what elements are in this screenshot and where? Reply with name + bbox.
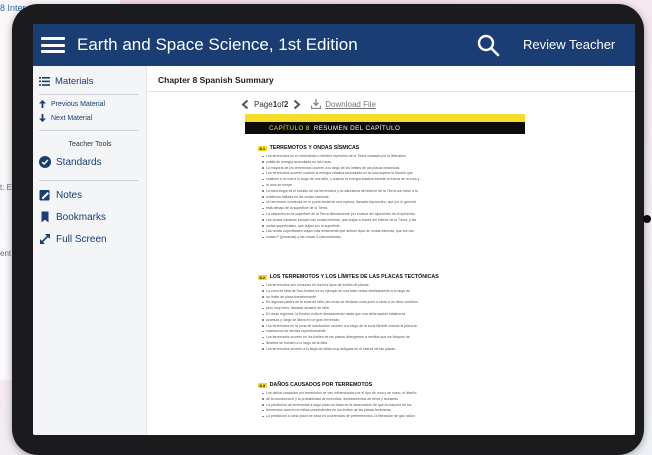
sidebar-item-label: Full Screen <box>56 233 107 245</box>
sidebar-item-label: Previous Material <box>51 100 106 108</box>
section-number-badge: 8.2 <box>258 274 267 280</box>
teacher-tools-heading: Teacher Tools <box>68 141 112 148</box>
sidebar-divider <box>39 130 139 131</box>
bullet-item: Los terremotos ocurren a lo largo de fal… <box>262 347 506 351</box>
section-bullets: Los terremotos es el movimiento o temblo… <box>262 154 506 241</box>
bullet-item: litosfera se hunden a lo largo de la fal… <box>262 341 506 345</box>
section-heading: 8.1 TERREMOTOS Y ONDAS SÍSMICAS <box>258 145 359 151</box>
document-header-stripe <box>245 114 525 122</box>
tablet-frame: Earth and Space Science, 1st Edition Rev… <box>12 4 651 455</box>
bullet-item: evidencia hallada en las ondas sísmicas. <box>262 195 506 199</box>
download-file-label: Download File <box>325 99 376 109</box>
sidebar-item-label: Bookmarks <box>56 211 107 223</box>
bookmark-icon <box>41 211 49 223</box>
check-badge-icon <box>39 156 51 168</box>
bullet-item: Las ondas sísmicas incluyen las ondas in… <box>262 218 506 222</box>
chapter-label: CAPÍTULO 8 <box>269 124 310 132</box>
tablet-camera <box>643 215 651 223</box>
review-teacher-link[interactable]: Review Teacher <box>523 37 615 52</box>
section-heading: 8.2 LOS TERREMOTOS Y LOS LÍMITES DE LAS … <box>258 274 439 280</box>
app-title: Earth and Space Science, 1st Edition <box>77 35 358 54</box>
sidebar-item-label: Notes <box>56 189 83 201</box>
bullet-item: La predicción de terremotos a largo plaz… <box>262 403 506 407</box>
document-header: CAPÍTULO 8 RESUMEN DEL CAPÍTULO <box>245 122 525 134</box>
arrow-up-icon <box>39 100 46 108</box>
chevron-right-icon[interactable] <box>293 99 301 109</box>
sidebar-item-full-screen[interactable]: Full Screen <box>39 233 107 245</box>
bullet-item: Los terremotos es el movimiento o temblo… <box>262 154 506 158</box>
bullet-item: Los terremotos ocurren en los límites de… <box>262 335 506 339</box>
section-number-badge: 8.1 <box>258 145 267 151</box>
chapter-summary-heading: RESUMEN DEL CAPÍTULO <box>313 124 401 132</box>
bullet-item: La mayoría de los terremotos ocurren a l… <box>262 166 506 170</box>
bullet-item: En otras regiones, la fricción evita el … <box>262 312 506 316</box>
sidebar-item-materials[interactable]: Materials <box>39 76 94 87</box>
sidebar-divider <box>39 180 139 181</box>
content-area: Chapter 8 Spanish Summary Page 1 of 2 Do… <box>147 66 635 435</box>
bullet-item: La predicción a corto plazo se basa en o… <box>262 414 506 418</box>
bullet-item: Las ondas superficiales viajan más lenta… <box>262 229 506 233</box>
bullet-item: La sismología es el estudio de los terre… <box>262 189 506 193</box>
sidebar-item-previous-material[interactable]: Previous Material <box>39 100 105 108</box>
sidebar-item-bookmarks[interactable]: Bookmarks <box>39 211 106 223</box>
note-edit-icon <box>39 190 50 201</box>
page-prefix: Page <box>254 99 273 109</box>
bullet-item: Los daños causados por terremotos se ven… <box>262 391 506 395</box>
bullet-item: Los terremotos son comunes en los tres t… <box>262 283 506 287</box>
section-bullets: Los terremotos son comunes en los tres t… <box>262 283 506 353</box>
chevron-left-icon[interactable] <box>241 99 249 109</box>
content-divider <box>147 91 635 92</box>
section-title: TERREMOTOS Y ONDAS SÍSMICAS <box>269 145 360 151</box>
bullet-item: terremotos ocurren en fallas preexistent… <box>262 408 506 412</box>
top-bar: Earth and Space Science, 1st Edition Rev… <box>33 24 635 66</box>
background-text-fragment: t: E <box>0 183 13 192</box>
section-heading: 8.3 DAÑOS CAUSADOS POR TERREMOTOS <box>258 382 372 388</box>
list-icon <box>39 77 50 86</box>
bullet-item: de la construcción y la probabilidad de … <box>262 397 506 401</box>
bullet-item: subducción se desliza repentinamente. <box>262 329 506 333</box>
expand-arrows-icon <box>40 234 50 244</box>
bullet-item: está debajo de la superficie de la Tierr… <box>262 206 506 210</box>
sidebar-item-label: Next Material <box>51 114 93 122</box>
sidebar-item-label: Standards <box>56 156 102 168</box>
section-title: LOS TERREMOTOS Y LOS LÍMITES DE LAS PLAC… <box>269 274 439 280</box>
bullet-item: ondas P (primarias) y las ondas S (secun… <box>262 235 506 239</box>
section-title: DAÑOS CAUSADOS POR TERREMOTOS <box>269 382 373 388</box>
total-pages: 2 <box>283 99 289 109</box>
bullet-item: La zona de falla de San Andrés es un eje… <box>262 289 506 293</box>
sidebar-item-label: Materials <box>55 76 94 87</box>
bullet-item: Los terremotos ocurren cuando la energía… <box>262 171 506 175</box>
sidebar-item-standards[interactable]: Standards <box>39 156 102 168</box>
sidebar-item-next-material[interactable]: Next Material <box>39 114 92 122</box>
section-number-badge: 8.3 <box>258 382 267 388</box>
search-icon[interactable] <box>476 33 500 57</box>
bullet-item: Los terremotos en la zona de subducción … <box>262 324 506 328</box>
bullet-item: sostiene a la roca a lo largo de una fal… <box>262 177 506 181</box>
background-text-fragment: ent <box>0 249 12 258</box>
bullet-item: En algunas partes de la zona de falla, l… <box>262 300 506 304</box>
hamburger-menu-icon[interactable] <box>41 37 65 53</box>
bullet-item: acumula y luego se libera en un gran ter… <box>262 318 506 322</box>
bullet-item: un límite de placa transformante. <box>262 295 506 299</box>
section-bullets: Los daños causados por terremotos se ven… <box>262 391 506 420</box>
material-title: Chapter 8 Spanish Summary <box>158 75 274 85</box>
page-of: of <box>277 99 284 109</box>
bullet-item: ondas superficiales, que viajan por la s… <box>262 224 506 228</box>
download-icon <box>311 99 322 109</box>
bullet-item: Un terremoto comienza en el punto inicia… <box>262 200 506 204</box>
bullet-item: la roca se rompe. <box>262 183 506 187</box>
arrow-down-icon <box>39 114 46 122</box>
document-page: CAPÍTULO 8 RESUMEN DEL CAPÍTULO 8.1 TERR… <box>245 114 525 435</box>
bullet-item: súbita de energía acumulada en las rocas… <box>262 160 506 164</box>
sidebar-item-notes[interactable]: Notes <box>39 189 82 201</box>
sidebar: Materials Previous Material Next Materia… <box>33 66 147 435</box>
bullet-item: La ubicación en la superficie de la Tier… <box>262 212 506 216</box>
tablet-screen: Earth and Space Science, 1st Edition Rev… <box>33 24 635 435</box>
download-file-link[interactable]: Download File <box>311 99 376 109</box>
page-navigator: Page 1 of 2 Download File <box>241 99 376 109</box>
bullet-item: pero muy lento, llamado arrastre de fall… <box>262 306 506 310</box>
sidebar-divider <box>39 94 139 95</box>
